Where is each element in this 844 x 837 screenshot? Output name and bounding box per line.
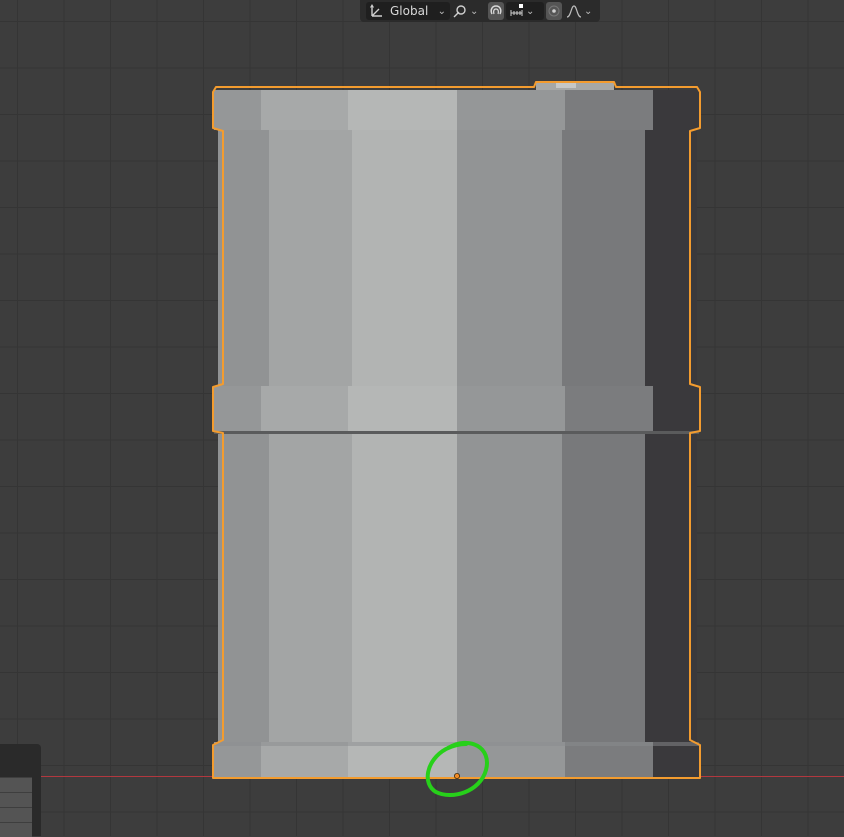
barrel-object[interactable] [0,0,844,836]
falloff-dropdown[interactable]: ⌄ [566,2,596,20]
falloff-curve-icon [566,4,582,18]
panel-row[interactable] [0,807,32,822]
chevron-down-icon: ⌄ [437,5,446,17]
panel-row[interactable] [0,792,32,807]
magnet-snap-icon [488,4,504,18]
operator-panel[interactable] [0,744,41,837]
chevron-down-icon: ⌄ [584,5,593,17]
viewport-header: Global ⌄ ⌄ ⌄ ⌄ [360,0,600,22]
snap-target-dropdown[interactable]: ⌄ [506,2,544,20]
transform-orientation-dropdown[interactable]: Global ⌄ [366,2,450,20]
barrel-top-rim [214,90,699,130]
object-origin-dot [453,773,460,780]
chevron-down-icon: ⌄ [470,5,479,17]
panel-row[interactable] [0,822,32,837]
proportional-editing-toggle[interactable] [546,2,562,20]
barrel-bottom-rim [214,742,699,778]
transform-orientation-label: Global [390,4,429,18]
barrel-middle-rim [214,386,699,434]
panel-row[interactable] [0,777,32,792]
transform-axes-icon [370,4,384,18]
proportional-editing-icon [546,4,562,18]
snap-toggle[interactable] [488,2,504,20]
chevron-down-icon: ⌄ [526,5,535,17]
pivot-point-dropdown[interactable]: ⌄ [452,2,482,20]
pivot-link-icon [452,4,468,18]
snap-increment-icon [510,4,524,18]
